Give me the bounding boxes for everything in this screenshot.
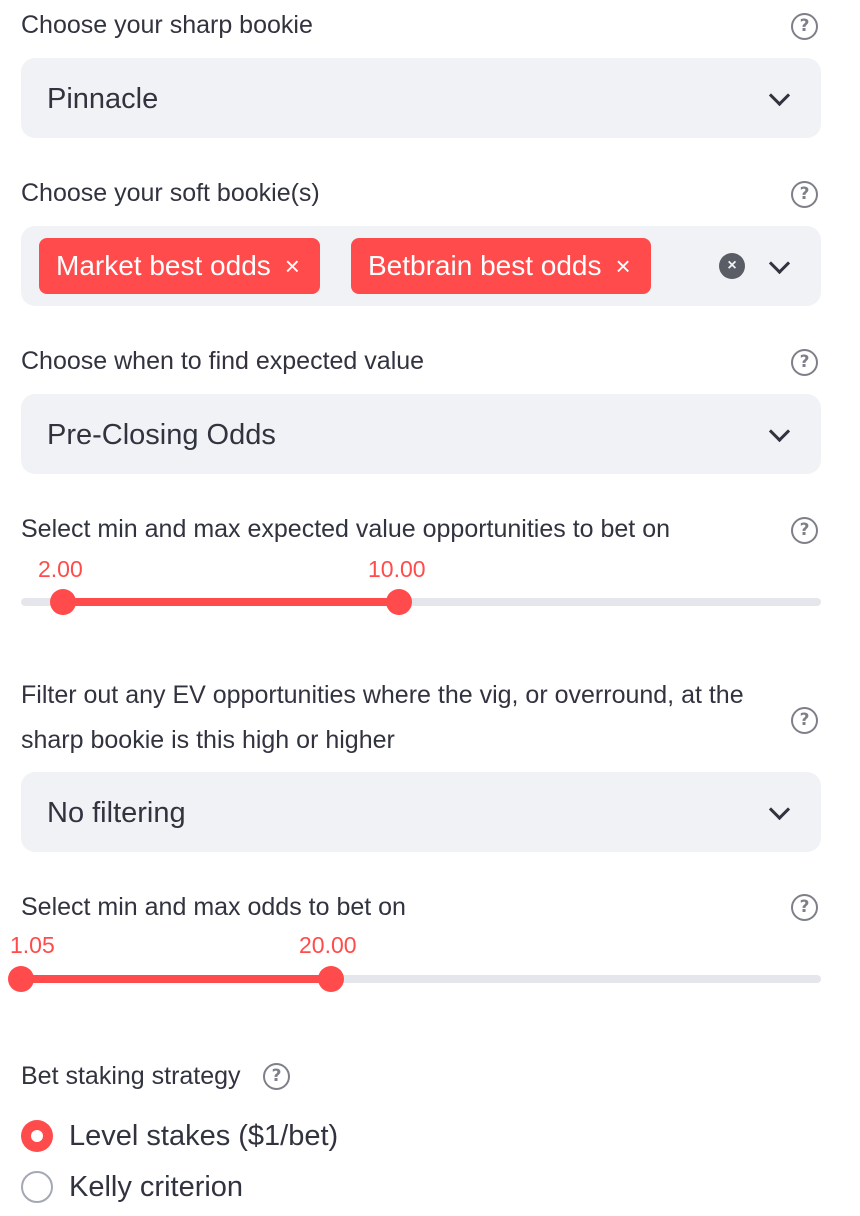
ev-range-min-value: 2.00 bbox=[38, 556, 83, 582]
tag-market-best-odds[interactable]: Market best odds × bbox=[39, 238, 320, 294]
vig-filter-value: No filtering bbox=[47, 797, 186, 829]
ev-range-label: Select min and max expected value opport… bbox=[21, 515, 671, 543]
ev-range-max-value: 10.00 bbox=[368, 556, 426, 582]
odds-range-max-thumb[interactable] bbox=[318, 966, 344, 992]
ev-timing-select[interactable]: Pre-Closing Odds bbox=[21, 394, 821, 474]
ev-timing-help-icon[interactable]: ? bbox=[791, 349, 818, 376]
sharp-bookie-label: Choose your sharp bookie bbox=[21, 11, 313, 39]
soft-bookies-help-icon[interactable]: ? bbox=[791, 181, 818, 208]
odds-range-slider-fill bbox=[21, 975, 331, 983]
ev-range-max-thumb[interactable] bbox=[386, 589, 412, 615]
chevron-down-icon[interactable] bbox=[768, 420, 791, 443]
sharp-bookie-help-icon[interactable]: ? bbox=[791, 13, 818, 40]
odds-range-label: Select min and max odds to bet on bbox=[21, 893, 406, 921]
chevron-down-icon[interactable] bbox=[768, 798, 791, 821]
vig-filter-select[interactable]: No filtering bbox=[21, 772, 821, 852]
ev-timing-label: Choose when to find expected value bbox=[21, 347, 425, 375]
vig-filter-label-line1: Filter out any EV opportunities where th… bbox=[21, 681, 744, 709]
vig-filter-help-icon[interactable]: ? bbox=[791, 707, 818, 734]
chevron-down-icon[interactable] bbox=[768, 84, 791, 107]
vig-filter-label-line2: sharp bookie is this high or higher bbox=[21, 726, 395, 754]
soft-bookies-label: Choose your soft bookie(s) bbox=[21, 179, 320, 207]
odds-range-min-thumb[interactable] bbox=[8, 966, 34, 992]
odds-range-help-icon[interactable]: ? bbox=[791, 894, 818, 921]
tag-betbrain-best-odds[interactable]: Betbrain best odds × bbox=[351, 238, 651, 294]
radio-level-stakes[interactable] bbox=[21, 1120, 53, 1152]
clear-all-icon[interactable]: × bbox=[719, 253, 745, 279]
odds-range-min-value: 1.05 bbox=[10, 932, 55, 958]
sharp-bookie-select[interactable]: Pinnacle bbox=[21, 58, 821, 138]
ev-range-min-thumb[interactable] bbox=[50, 589, 76, 615]
soft-bookies-multiselect[interactable]: Market best odds × Betbrain best odds × × bbox=[21, 226, 821, 306]
ev-timing-value: Pre-Closing Odds bbox=[47, 419, 276, 451]
chevron-down-icon[interactable] bbox=[768, 252, 791, 275]
ev-range-slider-fill bbox=[63, 598, 399, 606]
close-icon[interactable]: × bbox=[285, 251, 300, 281]
radio-kelly-criterion[interactable] bbox=[21, 1171, 53, 1203]
radio-kelly-criterion-label[interactable]: Kelly criterion bbox=[69, 1170, 243, 1204]
ev-range-help-icon[interactable]: ? bbox=[791, 517, 818, 544]
sharp-bookie-value: Pinnacle bbox=[47, 83, 159, 115]
tag-label: Betbrain best odds bbox=[368, 250, 602, 281]
tag-label: Market best odds bbox=[56, 250, 271, 281]
radio-level-stakes-label[interactable]: Level stakes ($1/bet) bbox=[69, 1119, 338, 1153]
staking-label: Bet staking strategy bbox=[21, 1062, 241, 1090]
odds-range-max-value: 20.00 bbox=[299, 932, 357, 958]
close-icon[interactable]: × bbox=[616, 251, 631, 281]
staking-help-icon[interactable]: ? bbox=[263, 1063, 290, 1090]
